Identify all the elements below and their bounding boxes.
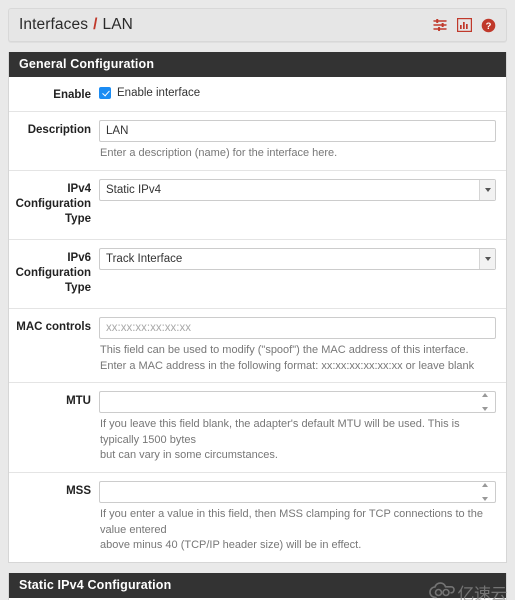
bar-chart-icon[interactable] <box>457 18 472 32</box>
description-input[interactable] <box>99 120 496 143</box>
label-mss: MSS <box>66 484 91 497</box>
row-mss: MSS If you enter a value in this field, … <box>9 473 506 562</box>
static-ipv4-configuration-title: Static IPv4 Configuration <box>9 572 506 598</box>
field-ipv6-config-type <box>99 247 498 300</box>
general-configuration-panel: General Configuration Enable Enable inte… <box>8 52 507 563</box>
field-mss: If you enter a value in this field, then… <box>99 480 498 554</box>
mss-help-line1: If you enter a value in this field, then… <box>100 507 483 536</box>
mac-controls-help-line2: Enter a MAC address in the following for… <box>100 359 475 372</box>
mtu-help: If you leave this field blank, the adapt… <box>99 417 496 464</box>
label-mtu: MTU <box>66 395 91 408</box>
mac-controls-help: This field can be used to modify ("spoof… <box>99 343 496 374</box>
row-mtu: MTU If you leave this field blank, the a… <box>9 383 506 473</box>
svg-text:?: ? <box>486 21 492 32</box>
label-mac-controls: MAC controls <box>16 320 91 333</box>
page-root: Interfaces / LAN ? General Configuration… <box>0 8 515 600</box>
static-ipv4-configuration-panel: Static IPv4 Configuration IPv4 Address / <box>8 572 507 600</box>
mss-help-line2: above minus 40 (TCP/IP header size) will… <box>100 539 362 552</box>
breadcrumb: Interfaces / LAN <box>19 16 133 34</box>
field-mtu: If you leave this field blank, the adapt… <box>99 391 498 464</box>
row-ipv6-config-type: IPv6 Configuration Type <box>9 240 506 309</box>
mss-help: If you enter a value in this field, then… <box>99 507 496 554</box>
mss-input[interactable] <box>99 480 496 503</box>
label-ipv4-config-type: IPv4 Configuration Type <box>15 182 91 226</box>
field-ipv4-config-type <box>99 178 498 231</box>
breadcrumb-separator: / <box>93 16 98 33</box>
row-ipv4-config-type: IPv4 Configuration Type <box>9 171 506 240</box>
ipv6-config-type-spacer <box>99 274 496 300</box>
mtu-input[interactable] <box>99 391 496 414</box>
general-configuration-title: General Configuration <box>9 52 506 77</box>
mac-controls-help-line1: This field can be used to modify ("spoof… <box>100 343 469 356</box>
breadcrumb-root[interactable]: Interfaces <box>19 16 88 34</box>
mtu-help-line2: but can vary in some circumstances. <box>100 449 278 462</box>
field-mac-controls: This field can be used to modify ("spoof… <box>99 316 498 374</box>
enable-interface-label: Enable interface <box>117 87 201 99</box>
breadcrumb-leaf: LAN <box>102 16 133 33</box>
row-enable: Enable Enable interface <box>9 77 506 113</box>
help-circle-icon[interactable]: ? <box>481 18 496 33</box>
breadcrumb-bar: Interfaces / LAN ? <box>8 8 507 42</box>
ipv4-config-type-select[interactable] <box>99 178 496 201</box>
label-enable: Enable <box>53 89 91 101</box>
enable-interface-checkbox[interactable]: Enable interface <box>99 85 496 99</box>
mtu-help-line1: If you leave this field blank, the adapt… <box>100 418 460 446</box>
label-description: Description <box>27 124 91 137</box>
sliders-icon[interactable] <box>433 18 448 32</box>
general-configuration-body: Enable Enable interface Description Ente… <box>9 77 506 562</box>
field-description: Enter a description (name) for the inter… <box>99 120 498 162</box>
row-mac-controls: MAC controls This field can be used to m… <box>9 309 506 384</box>
ipv4-config-type-spacer <box>99 205 496 231</box>
ipv6-config-type-select[interactable] <box>99 247 496 270</box>
breadcrumb-actions: ? <box>433 18 496 33</box>
mac-controls-input[interactable] <box>99 316 496 339</box>
checkbox-checked-icon <box>99 87 111 99</box>
row-description: Description Enter a description (name) f… <box>9 112 506 171</box>
description-help: Enter a description (name) for the inter… <box>100 147 338 160</box>
label-ipv6-config-type: IPv6 Configuration Type <box>15 251 91 295</box>
field-enable: Enable interface <box>99 85 498 103</box>
